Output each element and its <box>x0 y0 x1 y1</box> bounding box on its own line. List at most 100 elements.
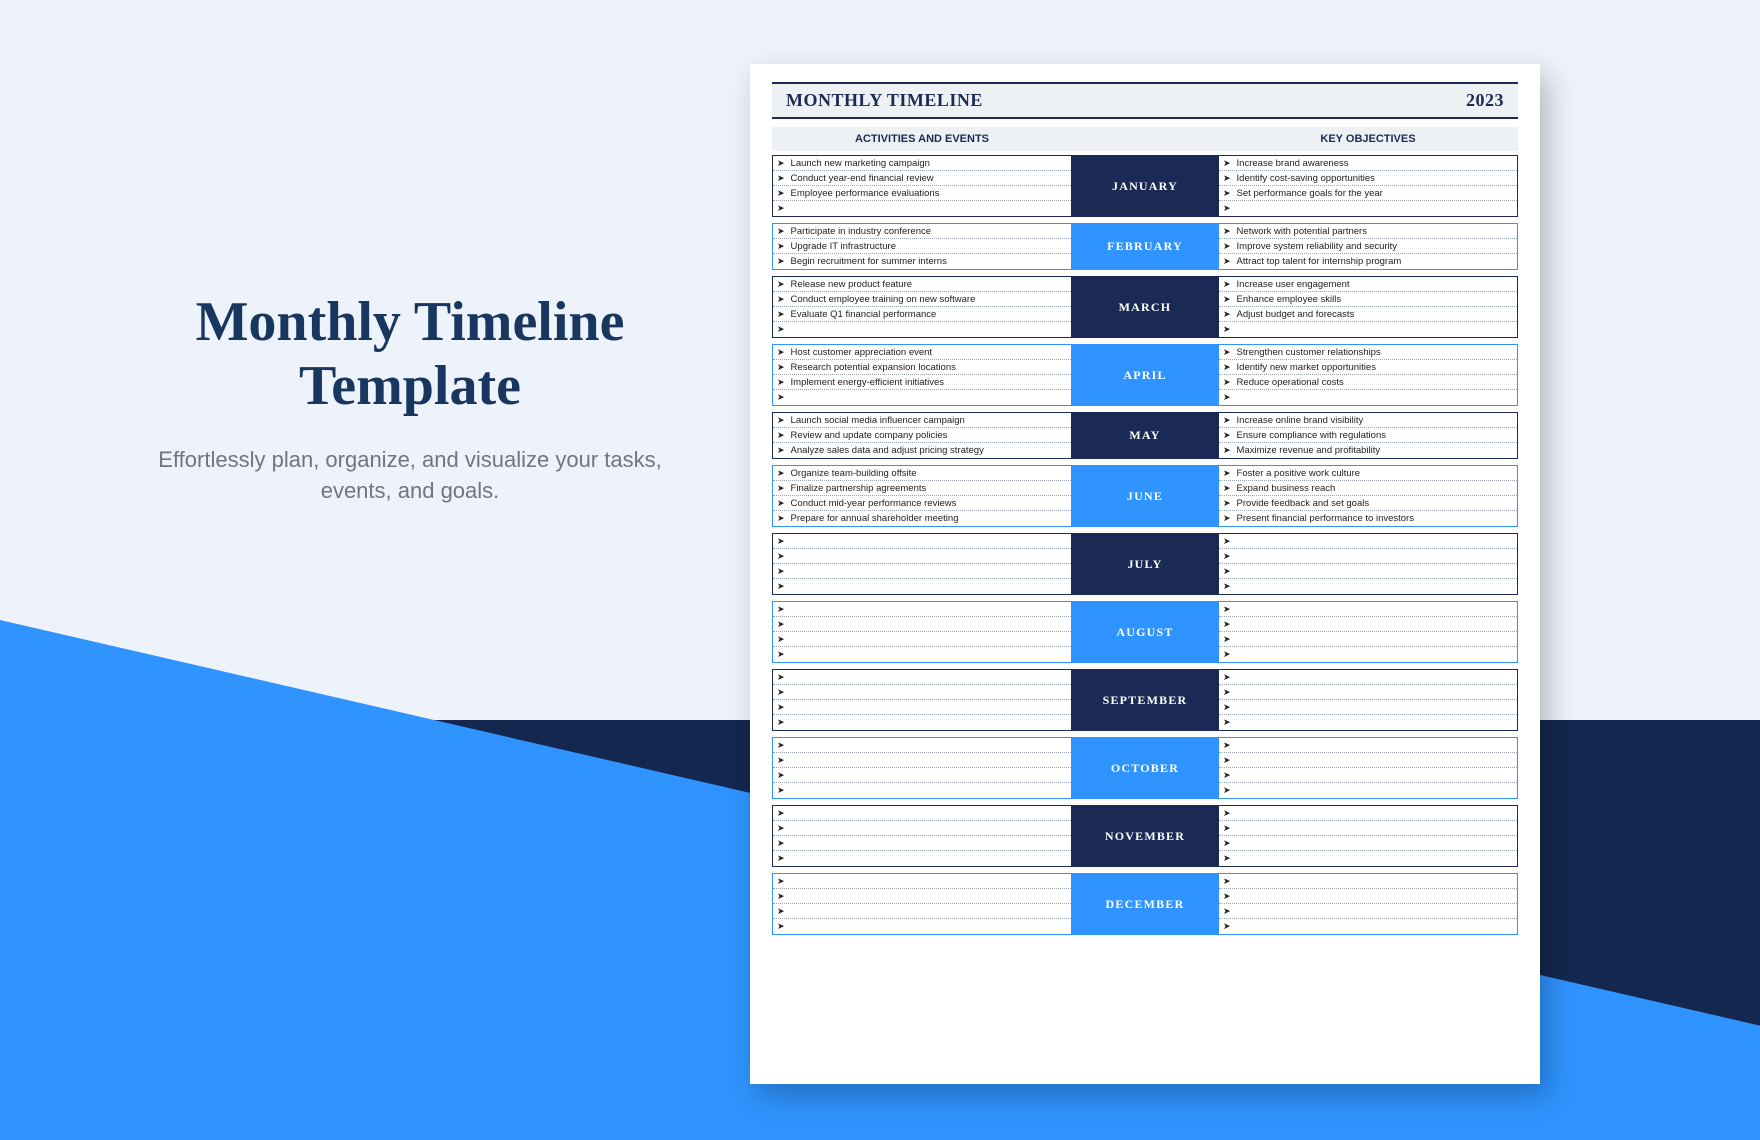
objectives-box: ➤Foster a positive work culture➤Expand b… <box>1218 465 1518 527</box>
bullet-icon: ➤ <box>777 809 785 818</box>
bullet-icon: ➤ <box>1223 499 1231 508</box>
bullet-icon: ➤ <box>777 227 785 236</box>
activity-item: ➤ <box>773 617 1071 632</box>
activity-item: ➤Conduct mid-year performance reviews <box>773 496 1071 511</box>
activity-text: Launch social media influencer campaign <box>791 415 965 426</box>
activity-item: ➤Conduct year-end financial review <box>773 171 1071 186</box>
bullet-icon: ➤ <box>1223 325 1231 334</box>
bullet-icon: ➤ <box>777 907 785 916</box>
month-label: OCTOBER <box>1072 737 1218 799</box>
bullet-icon: ➤ <box>777 673 785 682</box>
bullet-icon: ➤ <box>777 552 785 561</box>
activity-item: ➤Participate in industry conference <box>773 224 1071 239</box>
bullet-icon: ➤ <box>777 348 785 357</box>
objective-item: ➤Strengthen customer relationships <box>1219 345 1517 360</box>
objective-item: ➤Adjust budget and forecasts <box>1219 307 1517 322</box>
objective-item: ➤Present financial performance to invest… <box>1219 511 1517 526</box>
bullet-icon: ➤ <box>1223 280 1231 289</box>
page-subtitle: Effortlessly plan, organize, and visuali… <box>150 445 670 507</box>
objective-item: ➤ <box>1219 715 1517 730</box>
month-row: ➤Host customer appreciation event➤Resear… <box>772 344 1518 406</box>
bullet-icon: ➤ <box>1223 295 1231 304</box>
month-label: FEBRUARY <box>1072 223 1218 270</box>
activities-box: ➤➤➤➤ <box>772 601 1072 663</box>
activity-item: ➤ <box>773 851 1071 866</box>
bullet-icon: ➤ <box>777 771 785 780</box>
activity-item: ➤Begin recruitment for summer interns <box>773 254 1071 269</box>
bullet-icon: ➤ <box>1223 189 1231 198</box>
bullet-icon: ➤ <box>777 620 785 629</box>
bullet-icon: ➤ <box>1223 484 1231 493</box>
objective-text: Increase brand awareness <box>1237 158 1349 169</box>
bullet-icon: ➤ <box>777 786 785 795</box>
month-label: DECEMBER <box>1072 873 1218 935</box>
activity-item: ➤ Review and update company policies <box>773 428 1071 443</box>
objective-text: Increase online brand visibility <box>1237 415 1364 426</box>
month-label: AUGUST <box>1072 601 1218 663</box>
bullet-icon: ➤ <box>777 431 785 440</box>
objective-item: ➤Identify cost-saving opportunities <box>1219 171 1517 186</box>
bullet-icon: ➤ <box>1223 174 1231 183</box>
activity-item: ➤Launch new marketing campaign <box>773 156 1071 171</box>
activity-item: ➤Organize team-building offsite <box>773 466 1071 481</box>
left-panel: Monthly Timeline Template Effortlessly p… <box>150 290 670 506</box>
objective-item: ➤Expand business reach <box>1219 481 1517 496</box>
objective-item: ➤Reduce operational costs <box>1219 375 1517 390</box>
bullet-icon: ➤ <box>1223 650 1231 659</box>
objective-item: ➤Maximize revenue and profitability <box>1219 443 1517 458</box>
month-row: ➤➤➤➤JULY➤➤➤➤ <box>772 533 1518 595</box>
bullet-icon: ➤ <box>1223 242 1231 251</box>
month-label: NOVEMBER <box>1072 805 1218 867</box>
objective-item: ➤ <box>1219 390 1517 405</box>
bullet-icon: ➤ <box>1223 635 1231 644</box>
activity-item: ➤ <box>773 700 1071 715</box>
activity-item: ➤ <box>773 201 1071 216</box>
doc-title: MONTHLY TIMELINE <box>786 90 983 111</box>
objective-item: ➤ <box>1219 602 1517 617</box>
month-row: ➤➤➤➤OCTOBER➤➤➤➤ <box>772 737 1518 799</box>
activity-text: Employee performance evaluations <box>791 188 940 199</box>
activity-item: ➤ <box>773 390 1071 405</box>
objective-item: ➤ <box>1219 564 1517 579</box>
bullet-icon: ➤ <box>777 484 785 493</box>
bullet-icon: ➤ <box>777 393 785 402</box>
objective-text: Provide feedback and set goals <box>1237 498 1370 509</box>
bullet-icon: ➤ <box>1223 688 1231 697</box>
objective-item: ➤ <box>1219 836 1517 851</box>
objective-item: ➤ <box>1219 874 1517 889</box>
bullet-icon: ➤ <box>777 242 785 251</box>
activity-text: Conduct year-end financial review <box>791 173 934 184</box>
month-row: ➤ Launch social media influencer campaign… <box>772 412 1518 459</box>
objective-item: ➤Increase user engagement <box>1219 277 1517 292</box>
bullet-icon: ➤ <box>777 325 785 334</box>
objective-item: ➤ <box>1219 201 1517 216</box>
bullet-icon: ➤ <box>777 537 785 546</box>
activity-text: Conduct employee training on new softwar… <box>791 294 976 305</box>
objective-item: ➤ <box>1219 700 1517 715</box>
objectives-box: ➤➤➤➤ <box>1218 669 1518 731</box>
activity-item: ➤ <box>773 632 1071 647</box>
month-label: SEPTEMBER <box>1072 669 1218 731</box>
bullet-icon: ➤ <box>1223 703 1231 712</box>
activity-item: ➤ <box>773 783 1071 798</box>
bullet-icon: ➤ <box>1223 227 1231 236</box>
objectives-box: ➤Network with potential partners➤Improve… <box>1218 223 1518 270</box>
bullet-icon: ➤ <box>777 378 785 387</box>
page-title: Monthly Timeline Template <box>150 290 670 419</box>
objective-text: Identify new market opportunities <box>1237 362 1376 373</box>
month-label: APRIL <box>1072 344 1218 406</box>
bullet-icon: ➤ <box>777 159 785 168</box>
objective-item: ➤ <box>1219 821 1517 836</box>
bullet-icon: ➤ <box>1223 204 1231 213</box>
bullet-icon: ➤ <box>1223 809 1231 818</box>
activity-item: ➤ <box>773 836 1071 851</box>
bullet-icon: ➤ <box>1223 582 1231 591</box>
objectives-box: ➤ Increase brand awareness ➤Identify cost-… <box>1218 155 1518 217</box>
bullet-icon: ➤ <box>777 189 785 198</box>
objective-text: Enhance employee skills <box>1237 294 1342 305</box>
objective-text: Reduce operational costs <box>1237 377 1344 388</box>
activity-item: ➤ <box>773 904 1071 919</box>
objective-item: ➤Identify new market opportunities <box>1219 360 1517 375</box>
activity-text: Review and update company policies <box>791 430 948 441</box>
activity-item: ➤ Employee performance evaluations <box>773 186 1071 201</box>
